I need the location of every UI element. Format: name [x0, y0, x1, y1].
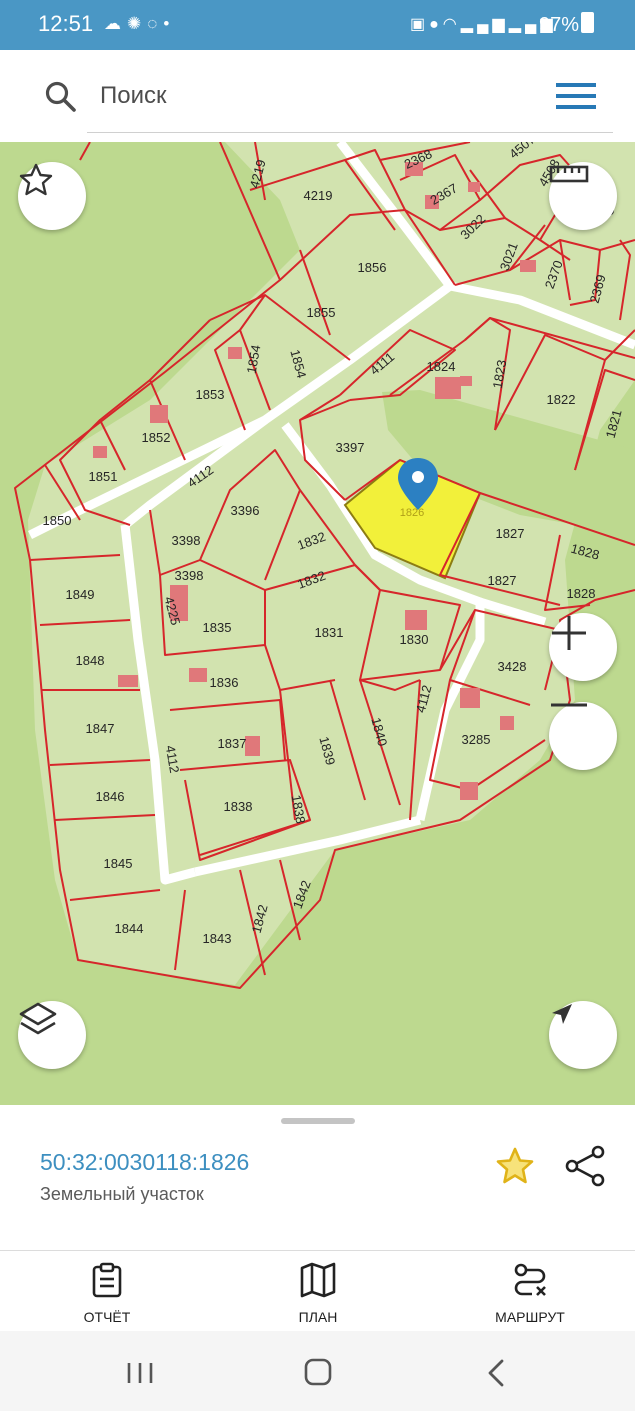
- map-canvas[interactable]: 4219 4219 2368 2367 4507 4508 1879 3022 …: [0, 142, 635, 1105]
- parcel-label: 1846: [96, 789, 125, 804]
- cloud-icon: ☁: [104, 14, 127, 33]
- lock-icon: ▣: [410, 16, 430, 33]
- report-icon: [92, 1262, 122, 1298]
- battery-indicator: 97%: [539, 12, 595, 37]
- parcel-label: 1856: [358, 260, 387, 275]
- zoom-out-icon: [551, 703, 587, 707]
- parcel-label: 1844: [115, 921, 144, 936]
- zoom-out-button[interactable]: [549, 702, 617, 770]
- parcel-label: 3396: [231, 503, 260, 518]
- parcel-label: 4219: [304, 188, 333, 203]
- sun-icon: ✺: [127, 14, 148, 33]
- parcel-label: 3285: [462, 732, 491, 747]
- location-arrow-icon: [552, 1004, 572, 1024]
- parcel-label: 1836: [210, 675, 239, 690]
- status-right-icons: ▣●◠▂▄▆▂▄▆: [410, 14, 557, 34]
- parcel-label: 1835: [203, 620, 232, 635]
- object-type: Земельный участок: [40, 1184, 204, 1204]
- info-sheet[interactable]: [0, 1105, 635, 1250]
- route-icon: [514, 1263, 546, 1296]
- layers-button[interactable]: [18, 1001, 86, 1069]
- parcel-label: 1851: [89, 469, 118, 484]
- recent-apps-icon[interactable]: [126, 1361, 154, 1385]
- parcel-label: 3397: [336, 440, 365, 455]
- share-icon[interactable]: [565, 1145, 605, 1187]
- map-icon: [300, 1262, 336, 1298]
- cadastral-number: 50:32:0030118:1826: [40, 1149, 250, 1175]
- ruler-button[interactable]: [549, 162, 617, 230]
- ruler-icon: [549, 165, 589, 183]
- wifi-icon: ◠: [442, 16, 461, 33]
- battery-level: 97%: [539, 14, 580, 36]
- sheet-handle[interactable]: [281, 1118, 355, 1124]
- system-nav-bar: [0, 1331, 635, 1411]
- selected-parcel-label: 1826: [400, 507, 424, 519]
- parcel-label: 3428: [498, 659, 527, 674]
- parcel-label: 1828: [567, 586, 596, 601]
- zoom-in-icon: [552, 616, 586, 650]
- parcel-label: 1827: [488, 573, 517, 588]
- battery-icon: [581, 12, 595, 33]
- star-outline-icon: [19, 163, 53, 196]
- tab-report-label: ОТЧЁТ: [83, 1309, 131, 1325]
- location-icon: ●: [429, 16, 443, 33]
- whatsapp-icon: ◌: [147, 14, 164, 33]
- tab-report[interactable]: ОТЧЁТ: [37, 1262, 177, 1325]
- signal-icon: ▂▄▆: [460, 16, 509, 33]
- parcel-label: 3398: [175, 568, 204, 583]
- tab-route-label: МАРШРУТ: [495, 1309, 565, 1325]
- parcel-label: 1830: [400, 632, 429, 647]
- tab-plan[interactable]: ПЛАН: [248, 1262, 388, 1325]
- status-left-icons: ☁✺◌•: [104, 14, 175, 34]
- search-input[interactable]: Поиск: [100, 82, 167, 110]
- status-time: 12:51: [38, 11, 94, 36]
- parcel-label: 1855: [307, 305, 336, 320]
- favorites-button[interactable]: [18, 162, 86, 230]
- parcel-label: 1837: [218, 736, 247, 751]
- my-location-button[interactable]: [549, 1001, 617, 1069]
- dot-icon: •: [163, 14, 176, 33]
- tab-route[interactable]: МАРШРУТ: [460, 1262, 600, 1325]
- home-icon[interactable]: [304, 1358, 332, 1386]
- parcel-label: 1828: [569, 541, 601, 563]
- parcel-label: 1831: [315, 625, 344, 640]
- parcel-label: 1848: [76, 653, 105, 668]
- parcel-label: 1845: [104, 856, 133, 871]
- parcel-label: 1843: [203, 931, 232, 946]
- search-underline: [87, 132, 613, 133]
- parcel-label: 3398: [172, 533, 201, 548]
- parcel-label: 1849: [66, 587, 95, 602]
- parcel-label: 1822: [547, 392, 576, 407]
- zoom-in-button[interactable]: [549, 613, 617, 681]
- search-icon[interactable]: [44, 80, 78, 114]
- parcel-label: 1852: [142, 430, 171, 445]
- parcel-label: 1824: [427, 359, 456, 374]
- parcel-label: 1850: [43, 513, 72, 528]
- cadastral-map[interactable]: 4219 4219 2368 2367 4507 4508 1879 3022 …: [0, 142, 635, 1105]
- back-icon[interactable]: [486, 1358, 506, 1388]
- parcel-label: 1847: [86, 721, 115, 736]
- favorite-star-icon[interactable]: [495, 1146, 535, 1186]
- status-bar: 12:51 ☁✺◌• ▣●◠▂▄▆▂▄▆ 97%: [0, 0, 635, 50]
- tab-plan-label: ПЛАН: [298, 1309, 338, 1325]
- parcel-label: 1827: [496, 526, 525, 541]
- parcel-label: 1853: [196, 387, 225, 402]
- parcel-label: 1838: [224, 799, 253, 814]
- menu-icon[interactable]: [556, 83, 596, 109]
- layers-icon: [19, 1002, 57, 1035]
